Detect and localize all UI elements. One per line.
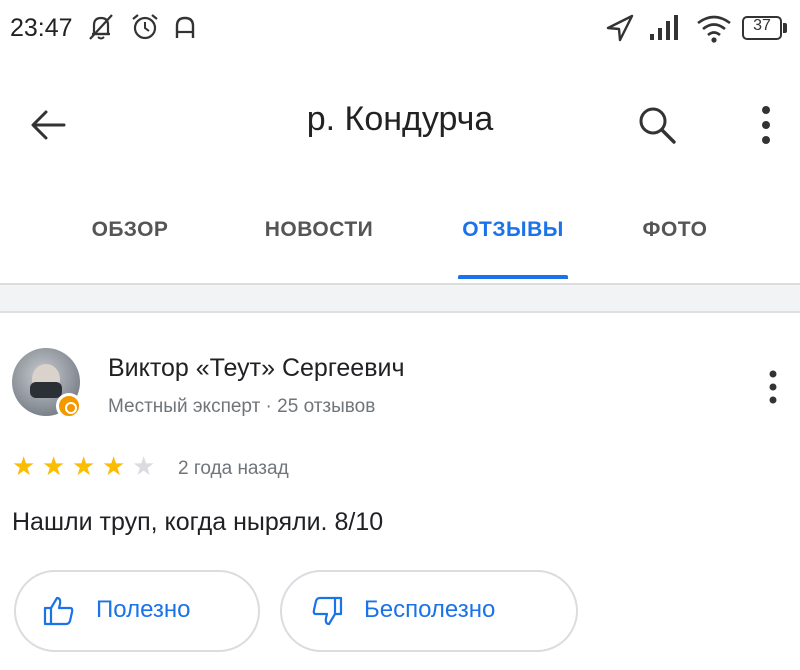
section-divider xyxy=(0,311,800,313)
thumb-up-icon xyxy=(43,596,74,626)
thumb-down-icon xyxy=(312,596,343,626)
star-empty-icon: ★ xyxy=(132,451,156,481)
tab-news[interactable]: НОВОСТИ xyxy=(234,218,404,242)
search-icon xyxy=(639,107,676,144)
wifi-icon xyxy=(697,15,731,43)
not-helpful-label: Бесполезно xyxy=(364,596,496,623)
tab-photos[interactable]: ФОТО xyxy=(610,218,740,242)
star-filled-icon: ★ xyxy=(12,451,36,481)
star-filled-icon: ★ xyxy=(72,451,96,481)
section-gap xyxy=(0,285,800,311)
active-tab-indicator xyxy=(458,275,568,279)
more-vert-icon xyxy=(769,370,777,404)
review-text: Нашли труп, когда ныряли. 8/10 xyxy=(12,508,384,536)
more-vert-icon xyxy=(762,106,770,144)
reviewer-meta: Местный эксперт · 25 отзывов xyxy=(108,396,376,417)
more-options-button[interactable] xyxy=(748,98,784,152)
helpful-button[interactable]: Полезно xyxy=(14,570,260,652)
status-time: 23:47 xyxy=(10,14,73,42)
status-bar: 23:47 37 xyxy=(0,0,800,70)
vpn-key-icon xyxy=(175,16,195,38)
tab-overview[interactable]: ОБЗОР xyxy=(58,218,202,242)
badge-dot xyxy=(65,402,77,414)
reviewer-name[interactable]: Виктор «Теут» Сергеевич xyxy=(108,354,404,383)
location-arrow-icon xyxy=(606,14,634,42)
star-filled-icon: ★ xyxy=(42,451,66,481)
star-filled-icon: ★ xyxy=(102,451,126,481)
tab-bar: ОБЗОР НОВОСТИ ОТЗЫВЫ ФОТО xyxy=(0,200,800,284)
battery-icon: 37 xyxy=(742,16,788,40)
signal-icon xyxy=(650,15,678,40)
local-guide-badge-icon xyxy=(56,393,82,419)
not-helpful-button[interactable]: Бесполезно xyxy=(280,570,578,652)
review-more-button[interactable] xyxy=(758,364,788,410)
avatar-mask xyxy=(30,382,62,398)
tab-reviews[interactable]: ОТЗЫВЫ xyxy=(438,218,588,242)
battery-level: 37 xyxy=(753,17,771,34)
notifications-off-icon xyxy=(89,14,113,40)
helpful-label: Полезно xyxy=(96,596,191,623)
search-button[interactable] xyxy=(632,100,682,150)
review-date: 2 года назад xyxy=(178,458,289,479)
alarm-icon xyxy=(132,14,158,40)
